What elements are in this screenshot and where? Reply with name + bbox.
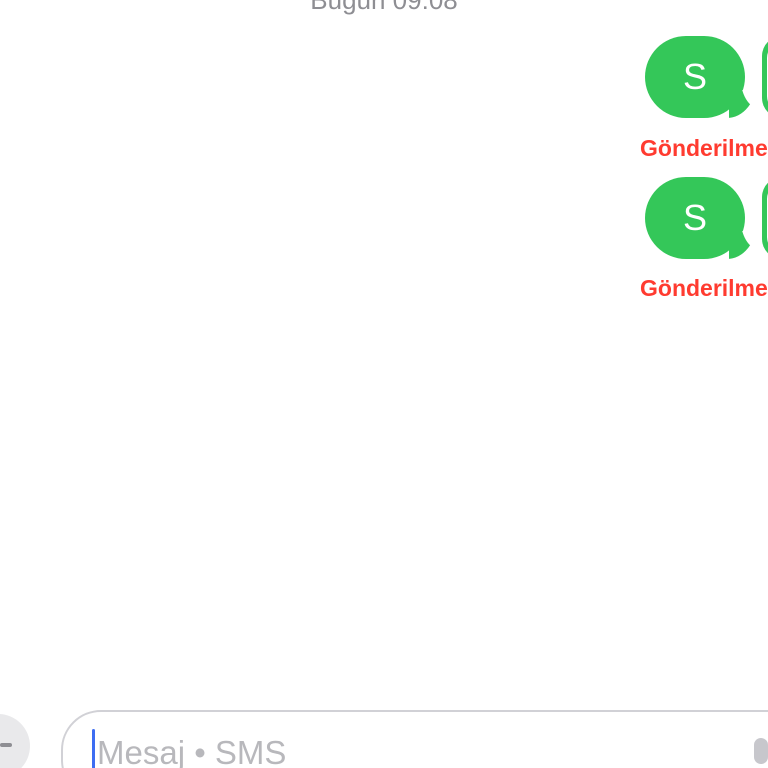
message-bubble[interactable]: S	[645, 177, 757, 259]
message-status-failed[interactable]: Gönderilmedi	[640, 135, 768, 161]
text-cursor	[92, 729, 95, 768]
message-bubble-partial[interactable]	[762, 177, 768, 259]
message-input[interactable]: Mesaj • SMS	[61, 710, 768, 768]
attach-button[interactable]	[0, 714, 30, 768]
conversation-timestamp: Bugün 09:08	[310, 0, 458, 15]
message-bubble[interactable]: S	[645, 36, 757, 118]
plus-icon	[0, 743, 12, 747]
message-text: S	[682, 56, 707, 97]
message-input-placeholder: Mesaj • SMS	[97, 734, 287, 768]
message-text: S	[682, 197, 707, 238]
messages-screen: Bugün 09:08 S Gönderilmedi S Gönderilmed…	[0, 0, 768, 768]
microphone-icon[interactable]	[751, 738, 768, 768]
message-bubble-partial[interactable]	[762, 36, 768, 118]
message-status-failed[interactable]: Gönderilmedi	[640, 275, 768, 301]
